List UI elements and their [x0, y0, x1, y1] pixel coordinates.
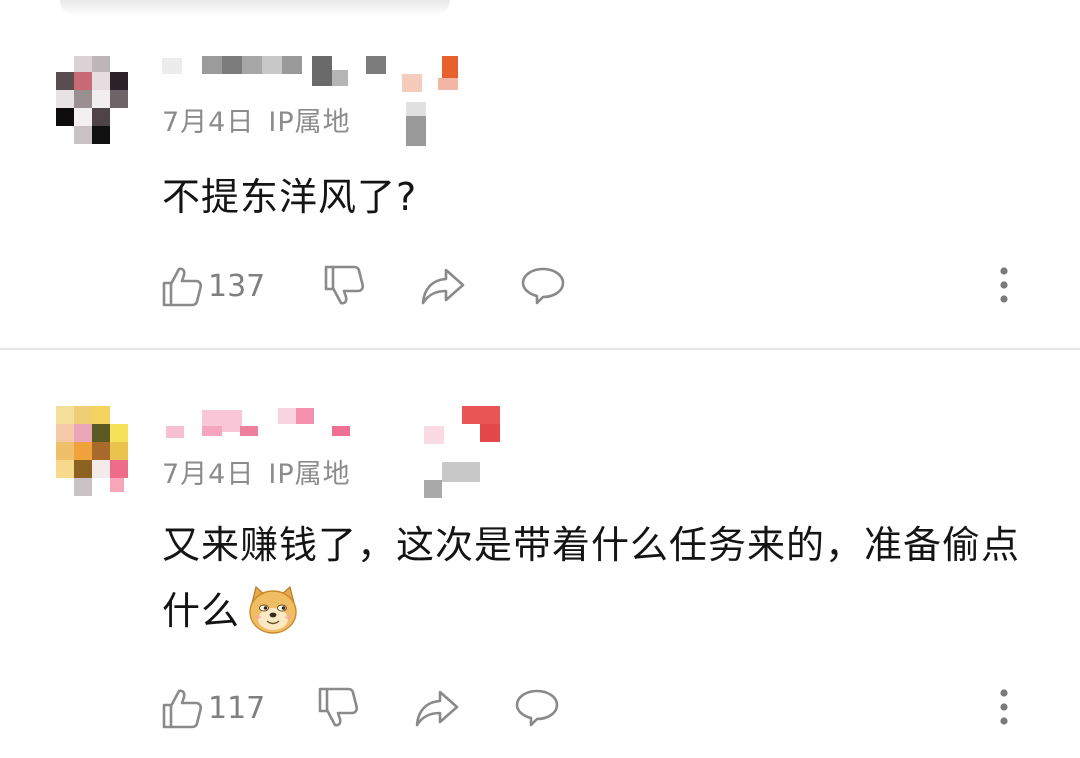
more-options-button[interactable]: [994, 683, 1014, 733]
avatar[interactable]: [54, 404, 130, 496]
more-vertical-icon: [1000, 267, 1008, 303]
share-button[interactable]: [420, 261, 466, 311]
comment-meta: 7月4日 IP属地: [162, 100, 365, 139]
speech-bubble-icon: [515, 689, 559, 727]
like-count: 137: [208, 268, 266, 304]
like-button[interactable]: 137: [160, 261, 265, 311]
comment-text: 不提东洋风了?: [162, 175, 418, 219]
speech-bubble-icon: [521, 267, 565, 305]
thumbs-down-icon: [324, 265, 365, 305]
ip-location-label: IP属地: [268, 459, 351, 490]
comment-item: 7月4日 IP属地 又来赚钱了，这次是带着什么任务来的，准备偷点什么 117: [0, 350, 1080, 758]
doge-emoji-icon: [249, 585, 297, 634]
comment-actions: 137: [160, 261, 1060, 311]
comment-text: 又来赚钱了，这次是带着什么任务来的，准备偷点什么: [162, 512, 1022, 644]
share-arrow-icon: [421, 268, 465, 305]
thumbs-down-icon: [318, 687, 359, 727]
dislike-button[interactable]: [322, 261, 366, 311]
comment-date: 7月4日: [162, 107, 255, 138]
comment-meta: 7月4日 IP属地: [162, 452, 365, 491]
more-options-button[interactable]: [994, 261, 1014, 311]
ip-location-label: IP属地: [268, 107, 351, 138]
reply-button[interactable]: [514, 683, 560, 733]
more-vertical-icon: [1000, 689, 1008, 725]
comment-date: 7月4日: [162, 459, 255, 490]
thumbs-up-icon: [162, 689, 203, 729]
reply-button[interactable]: [520, 261, 566, 311]
comment-actions: 117: [160, 683, 1060, 733]
avatar[interactable]: [54, 52, 130, 144]
dislike-button[interactable]: [316, 683, 360, 733]
share-button[interactable]: [414, 683, 460, 733]
thumbs-up-icon: [162, 267, 203, 307]
like-count: 117: [208, 690, 266, 726]
share-arrow-icon: [415, 690, 459, 727]
like-button[interactable]: 117: [160, 683, 265, 733]
comment-item: 7月4日 IP属地 不提东洋风了? 137: [0, 0, 1080, 348]
